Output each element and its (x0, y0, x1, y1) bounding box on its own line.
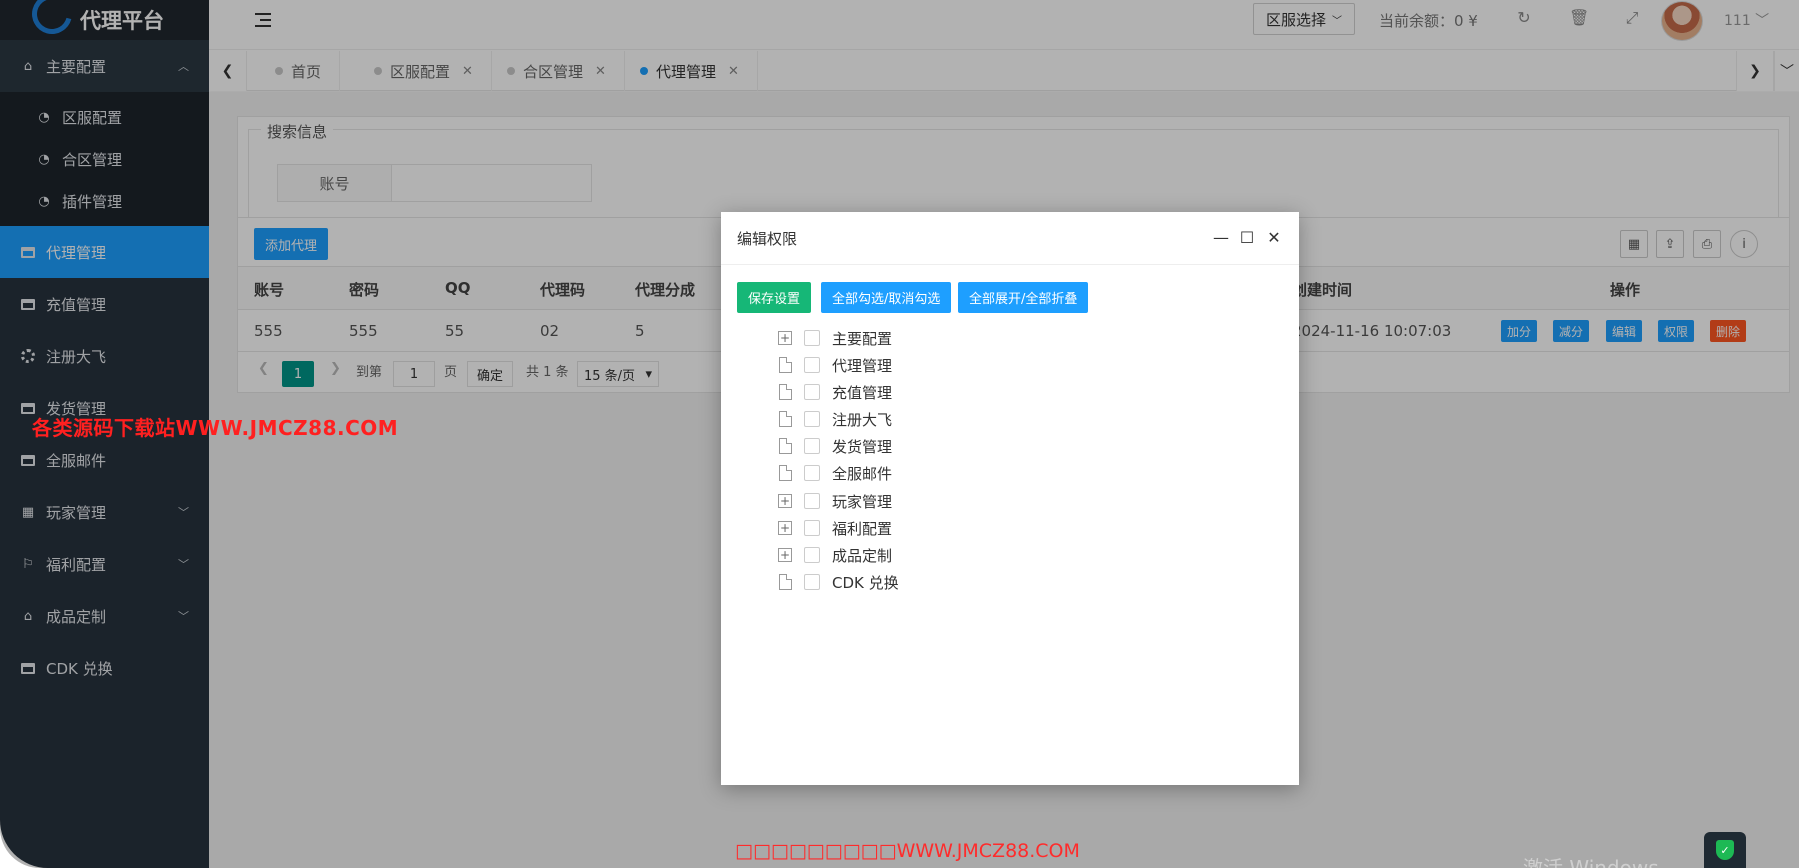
tree-checkbox[interactable] (804, 574, 820, 590)
tree-checkbox[interactable] (804, 520, 820, 536)
tree-node-label: 全服邮件 (832, 464, 893, 483)
expand-plus-icon[interactable]: + (778, 521, 792, 535)
tree-checkbox[interactable] (804, 384, 820, 400)
tree-node-label: 注册大飞 (832, 410, 893, 429)
tree-node-label: 发货管理 (832, 437, 893, 456)
activate-windows-text: 激活 Windows (1523, 856, 1659, 868)
permission-modal: 编辑权限 — ☐ ✕ 保存设置 全部勾选/取消勾选 全部展开/全部折叠 + 主要… (721, 212, 1299, 785)
watermark-left: 各类源码下载站WWW.JMCZ88.COM (32, 416, 399, 440)
watermark-bottom-prefix: □□□□□□□□□ (735, 840, 897, 862)
expand-plus-icon[interactable]: + (778, 494, 792, 508)
tree-node-recharge-management[interactable]: 充值管理 (779, 380, 892, 404)
file-icon (779, 465, 792, 481)
tree-node-register[interactable]: 注册大飞 (779, 407, 892, 431)
tree-node-product-custom[interactable]: + 成品定制 (778, 543, 892, 567)
tree-checkbox[interactable] (804, 438, 820, 454)
file-icon (779, 411, 792, 427)
minimize-icon[interactable]: — (1212, 228, 1230, 247)
tree-node-label: 玩家管理 (832, 492, 893, 511)
tree-node-label: 福利配置 (832, 519, 893, 538)
tree-node-server-mail[interactable]: 全服邮件 (779, 461, 892, 485)
app-root: 代理平台 ⌂ 主要配置 ︿ ◔ 区服配置 ◔ 合区管理 ◔ 插件管理 代理管理 (0, 0, 1799, 868)
tree-checkbox[interactable] (804, 547, 820, 563)
file-icon (779, 438, 792, 454)
file-icon (779, 574, 792, 590)
save-settings-button[interactable]: 保存设置 (737, 282, 812, 313)
tree-checkbox[interactable] (804, 493, 820, 509)
modal-title: 编辑权限 (737, 229, 798, 248)
security-shield-icon[interactable]: ✓ (1704, 832, 1746, 868)
file-icon (779, 357, 792, 373)
maximize-icon[interactable]: ☐ (1238, 228, 1256, 247)
tree-node-label: 充值管理 (832, 383, 893, 402)
tree-node-agent-management[interactable]: 代理管理 (779, 353, 892, 377)
tree-node-label: CDK 兑换 (832, 573, 899, 592)
tree-checkbox[interactable] (804, 330, 820, 346)
tree-node-label: 代理管理 (832, 356, 893, 375)
tree-node-label: 成品定制 (832, 546, 893, 565)
tree-node-cdk-redeem[interactable]: CDK 兑换 (779, 570, 899, 594)
toggle-check-all-button[interactable]: 全部勾选/取消勾选 (821, 282, 952, 313)
modal-header: 编辑权限 — ☐ ✕ (721, 212, 1299, 265)
tree-node-player-management[interactable]: + 玩家管理 (778, 489, 892, 513)
watermark-bottom-url: WWW.JMCZ88.COM (896, 840, 1080, 862)
tree-checkbox[interactable] (804, 465, 820, 481)
close-icon[interactable]: ✕ (1265, 228, 1283, 247)
tree-checkbox[interactable] (804, 411, 820, 427)
tree-checkbox[interactable] (804, 357, 820, 373)
tree-node-shipping-management[interactable]: 发货管理 (779, 434, 892, 458)
file-icon (779, 384, 792, 400)
expand-plus-icon[interactable]: + (778, 548, 792, 562)
tree-node-welfare-config[interactable]: + 福利配置 (778, 516, 892, 540)
tree-node-label: 主要配置 (832, 329, 893, 348)
watermark-bottom: □□□□□□□□□WWW.JMCZ88.COM (735, 840, 1080, 862)
expand-plus-icon[interactable]: + (778, 331, 792, 345)
toggle-expand-all-button[interactable]: 全部展开/全部折叠 (958, 282, 1089, 313)
tree-node-main-config[interactable]: + 主要配置 (778, 326, 892, 350)
